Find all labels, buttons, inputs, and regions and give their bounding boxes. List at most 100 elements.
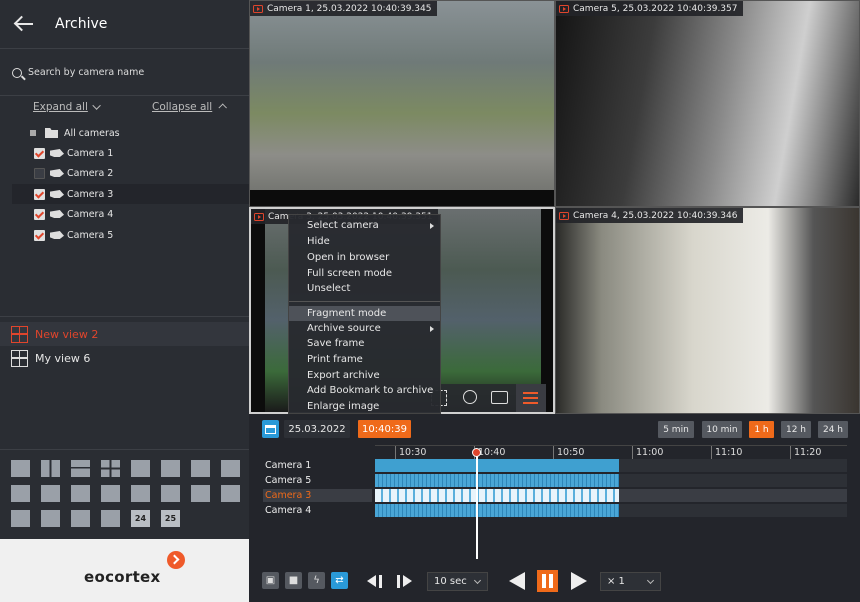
camera-tile-5[interactable]: Camera 5, 25.03.2022 10:40:39.357 [555,0,860,207]
camera-checkbox[interactable] [34,167,45,179]
tree-item-camera-5[interactable]: Camera 5 [12,225,249,245]
tree-item-camera-4[interactable]: Camera 4 [12,204,249,224]
archive-bar-camera-1[interactable] [375,459,619,472]
layout-1x2-icon[interactable] [41,460,60,477]
layout-1plus7-icon[interactable] [191,460,210,477]
menu-item-hide[interactable]: Hide [307,236,330,247]
archive-bar-camera-4[interactable] [375,504,619,517]
camera-title-text: Camera 5, 25.03.2022 10:40:39.357 [573,3,738,14]
scale-1-h-button[interactable]: 1 h [749,421,774,438]
collapse-square-icon[interactable] [30,130,36,136]
camera-context-menu: Select camera Hide Open in browser Full … [288,214,441,414]
pause-button[interactable] [537,570,558,592]
tick-label: 11:20 [794,447,822,458]
scale-10-min-button[interactable]: 10 min [702,421,742,438]
layout-1plus9-icon[interactable] [71,485,90,502]
layout-2plus8-icon[interactable] [41,485,60,502]
expand-all-link[interactable]: Expand all [33,101,101,113]
archive-bar-camera-3[interactable] [375,489,619,502]
camera-checkbox[interactable] [34,208,45,220]
sync-icon[interactable]: ⇄ [331,572,348,589]
next-frame-icon[interactable] [397,575,416,588]
layout-1plus15-icon[interactable] [191,485,210,502]
layout-1plus5-icon[interactable] [161,460,180,477]
layout-1plus12-icon[interactable] [101,485,120,502]
snapshot-camera-icon[interactable] [491,391,508,404]
layout-4x4-icon[interactable] [161,485,180,502]
step-select[interactable]: 10 sec [427,572,488,591]
menu-button[interactable] [516,384,546,412]
tree-item-label: Camera 3 [67,188,114,200]
menu-item-select-camera[interactable]: Select camera [307,220,379,231]
tree-root-all-cameras[interactable]: All cameras [12,123,249,143]
hamburger-icon [523,392,538,394]
menu-item-unselect[interactable]: Unselect [307,283,350,294]
time-field[interactable]: 10:40:39 [358,420,411,438]
layout-25-button[interactable]: 25 [161,510,180,527]
back-arrow-icon[interactable] [13,13,35,35]
camera-checkbox[interactable] [34,147,45,159]
layout-center-icon[interactable] [71,510,90,527]
timeline-row-label[interactable]: Camera 1 [265,460,311,471]
layout-5x4-icon[interactable] [221,485,240,502]
timeline-row-label[interactable]: Camera 5 [265,475,311,486]
events-lightning-icon[interactable]: ϟ [308,572,325,589]
collapse-all-link[interactable]: Collapse all [152,101,228,113]
menu-item-export-archive[interactable]: Export archive [307,370,380,381]
timeline-row-label-selected[interactable]: Camera 3 [265,490,311,501]
layout-2x2-icon[interactable] [101,460,120,477]
video-left-bar [251,209,265,412]
camera-search-input[interactable]: Search by camera name [0,50,249,96]
menu-item-save-frame[interactable]: Save frame [307,338,364,349]
menu-item-print-frame[interactable]: Print frame [307,354,363,365]
tree-item-camera-1[interactable]: Camera 1 [12,143,249,163]
submenu-arrow-icon [430,223,434,229]
camera-tile-title: Camera 1, 25.03.2022 10:40:39.345 [250,1,438,16]
camera-title-text: Camera 4, 25.03.2022 10:40:39.346 [573,210,738,221]
tree-item-camera-2[interactable]: Camera 2 [12,163,249,183]
archive-bar-camera-5[interactable] [375,474,619,487]
camera-checkbox[interactable] [34,229,45,241]
menu-item-full-screen-mode[interactable]: Full screen mode [307,268,392,279]
tick-label: 11:00 [636,447,664,458]
camera-tile-4[interactable]: Camera 4, 25.03.2022 10:40:39.346 [555,207,860,414]
recording-icon [254,212,264,221]
scale-24-h-button[interactable]: 24 h [818,421,848,438]
play-forward-icon[interactable] [571,572,587,590]
view-item-new-view-2[interactable]: New view 2 [0,322,249,346]
layout-24-button[interactable]: 24 [131,510,150,527]
camera-mode-icon[interactable]: ▣ [262,572,279,589]
scale-5-min-button[interactable]: 5 min [658,421,694,438]
layout-2-horizontal-icon[interactable] [71,460,90,477]
chevron-down-icon [646,576,655,585]
layout-4x3-icon[interactable] [131,485,150,502]
playhead-line[interactable] [476,449,478,559]
tree-item-camera-3[interactable]: Camera 3 [12,184,249,204]
prev-triangle [367,575,376,587]
layout-3x3-icon[interactable] [221,460,240,477]
bookmark-icon[interactable]: ■ [285,572,302,589]
menu-item-enlarge-image[interactable]: Enlarge image [307,401,379,412]
layout-5x5-icon[interactable] [11,510,30,527]
menu-item-archive-source[interactable]: Archive source [307,323,381,334]
calendar-icon[interactable] [262,420,279,438]
camera-checkbox[interactable] [34,188,45,200]
layout-6x5-icon[interactable] [41,510,60,527]
timeline-row-label[interactable]: Camera 4 [265,505,311,516]
view-item-my-view-6[interactable]: My view 6 [0,346,249,370]
layout-1x1-icon[interactable] [11,460,30,477]
play-backward-icon[interactable] [509,572,525,590]
menu-item-fragment-mode[interactable]: Fragment mode [289,306,440,321]
camera-tile-1[interactable]: Camera 1, 25.03.2022 10:40:39.345 [249,0,555,207]
menu-item-add-bookmark[interactable]: Add Bookmark to archive [307,385,433,396]
playhead-handle[interactable] [472,448,481,457]
layout-1plus3-icon[interactable] [131,460,150,477]
zoom-in-icon[interactable] [463,390,477,404]
previous-frame-icon[interactable] [367,575,386,588]
speed-select[interactable]: × 1 [600,572,661,591]
layout-3x3b-icon[interactable] [11,485,30,502]
date-field[interactable]: 25.03.2022 [284,420,350,438]
layout-6x6-icon[interactable] [101,510,120,527]
scale-12-h-button[interactable]: 12 h [781,421,811,438]
menu-item-open-in-browser[interactable]: Open in browser [307,252,389,263]
